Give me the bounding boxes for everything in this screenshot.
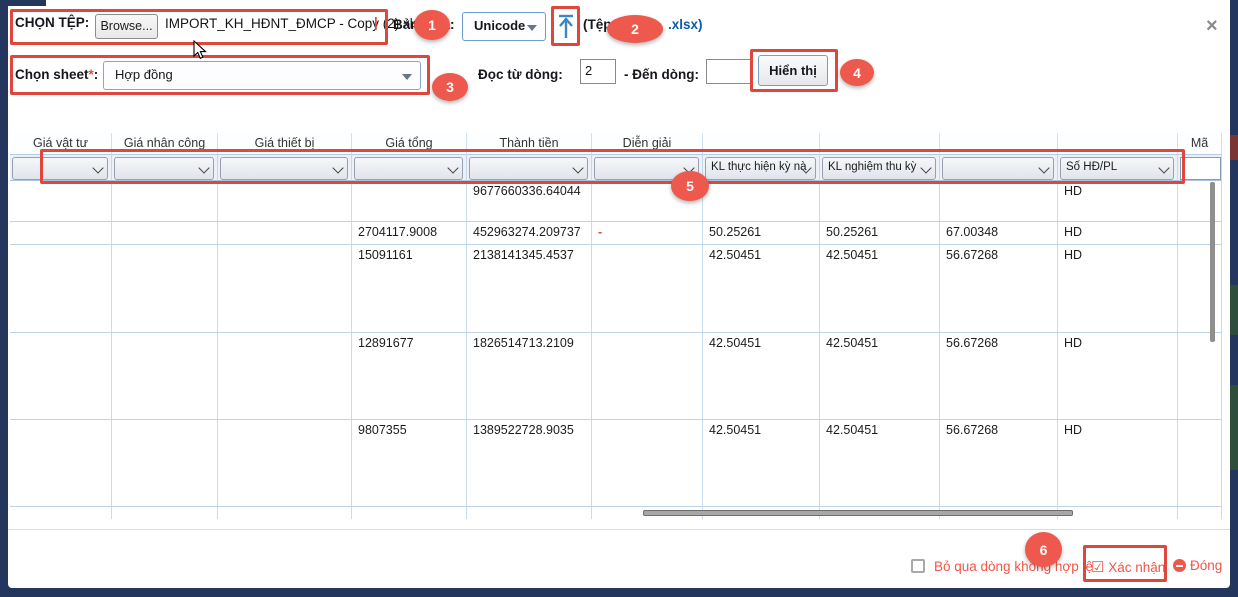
annotation-box-2 <box>551 6 580 46</box>
annotation-marker-5: 5 <box>671 171 709 201</box>
table-cell <box>467 507 592 519</box>
table-cell <box>592 245 703 333</box>
skip-invalid-label: Bỏ qua dòng không hợp lệ <box>934 559 1093 574</box>
table-cell <box>1058 507 1178 519</box>
annotation-marker-4: 4 <box>840 59 874 86</box>
annotation-marker-2: 2 <box>607 15 663 43</box>
table-cell <box>112 245 218 333</box>
annotation-box-3 <box>10 55 430 95</box>
table-cell: 42.50451 <box>820 245 940 333</box>
table-cell: 1826514713.2109 <box>467 333 592 420</box>
table-cell: 42.50451 <box>703 245 820 333</box>
table-cell: 50.25261 <box>703 222 820 245</box>
table-cell <box>112 222 218 245</box>
vertical-scrollbar[interactable] <box>1210 182 1215 342</box>
annotation-box-5 <box>40 149 1185 184</box>
table-cell <box>940 181 1058 222</box>
table-cell <box>218 181 352 222</box>
table-cell <box>1178 245 1222 333</box>
table-cell: 2704117.9008 <box>352 222 467 245</box>
table-cell: 9807355 <box>352 420 467 507</box>
skip-invalid-checkbox[interactable] <box>911 559 925 573</box>
table-cell <box>1178 181 1222 222</box>
table-cell <box>592 420 703 507</box>
table-cell: HD <box>1058 222 1178 245</box>
annotation-box-6 <box>1083 545 1167 582</box>
close-button[interactable]: Đóng <box>1173 558 1222 573</box>
table-cell: HD <box>1058 245 1178 333</box>
import-dialog-screen: CHỌN TỆP: Browse... IMPORT_KH_HĐNT_ĐMCP … <box>0 0 1238 597</box>
table-cell: 9677660336.64044 <box>467 181 592 222</box>
table-cell <box>352 507 467 519</box>
table-cell: 15091161 <box>352 245 467 333</box>
table-cell: HD <box>1058 420 1178 507</box>
table-cell <box>218 420 352 507</box>
table-cell <box>10 222 112 245</box>
annotation-marker-3: 3 <box>432 73 468 101</box>
table-cell: 42.50451 <box>703 420 820 507</box>
table-cell <box>703 181 820 222</box>
horizontal-scrollbar[interactable] <box>643 510 1073 516</box>
table-cell <box>10 245 112 333</box>
annotation-marker-1: 1 <box>414 10 450 40</box>
table-cell: 56.67268 <box>940 245 1058 333</box>
table-cell <box>112 333 218 420</box>
table-cell <box>112 507 218 519</box>
table-cell <box>10 507 112 519</box>
minus-circle-icon <box>1173 559 1186 572</box>
table-cell <box>1178 222 1222 245</box>
table-cell: 452963274.209737 <box>467 222 592 245</box>
table-cell <box>218 222 352 245</box>
annotation-marker-6: 6 <box>1025 532 1062 567</box>
table-cell: HD <box>1058 181 1178 222</box>
table-cell <box>1178 333 1222 420</box>
table-cell: 42.50451 <box>703 333 820 420</box>
footer-divider <box>8 529 1230 530</box>
table-cell: 1389522728.9035 <box>467 420 592 507</box>
table-cell: 56.67268 <box>940 420 1058 507</box>
table-cell <box>10 181 112 222</box>
mouse-cursor <box>193 40 207 65</box>
table-cell: 56.67268 <box>940 333 1058 420</box>
table-cell: 50.25261 <box>820 222 940 245</box>
table-cell <box>1178 420 1222 507</box>
table-cell: - <box>592 222 703 245</box>
column-filter-input[interactable] <box>1180 157 1221 180</box>
table-cell: 42.50451 <box>820 333 940 420</box>
close-label: Đóng <box>1190 558 1222 573</box>
table-cell <box>1178 507 1222 519</box>
table-cell <box>112 420 218 507</box>
table-cell <box>592 333 703 420</box>
table-cell: 67.00348 <box>940 222 1058 245</box>
table-cell <box>218 245 352 333</box>
table-cell <box>352 181 467 222</box>
table-cell <box>10 333 112 420</box>
table-cell <box>218 507 352 519</box>
table-cell: 12891677 <box>352 333 467 420</box>
table-cell: HD <box>1058 333 1178 420</box>
table-cell: 42.50451 <box>820 420 940 507</box>
table-cell <box>112 181 218 222</box>
table-cell <box>218 333 352 420</box>
table-cell <box>10 420 112 507</box>
table-cell: 2138141345.4537 <box>467 245 592 333</box>
annotation-box-4 <box>750 49 838 92</box>
table-cell <box>820 181 940 222</box>
